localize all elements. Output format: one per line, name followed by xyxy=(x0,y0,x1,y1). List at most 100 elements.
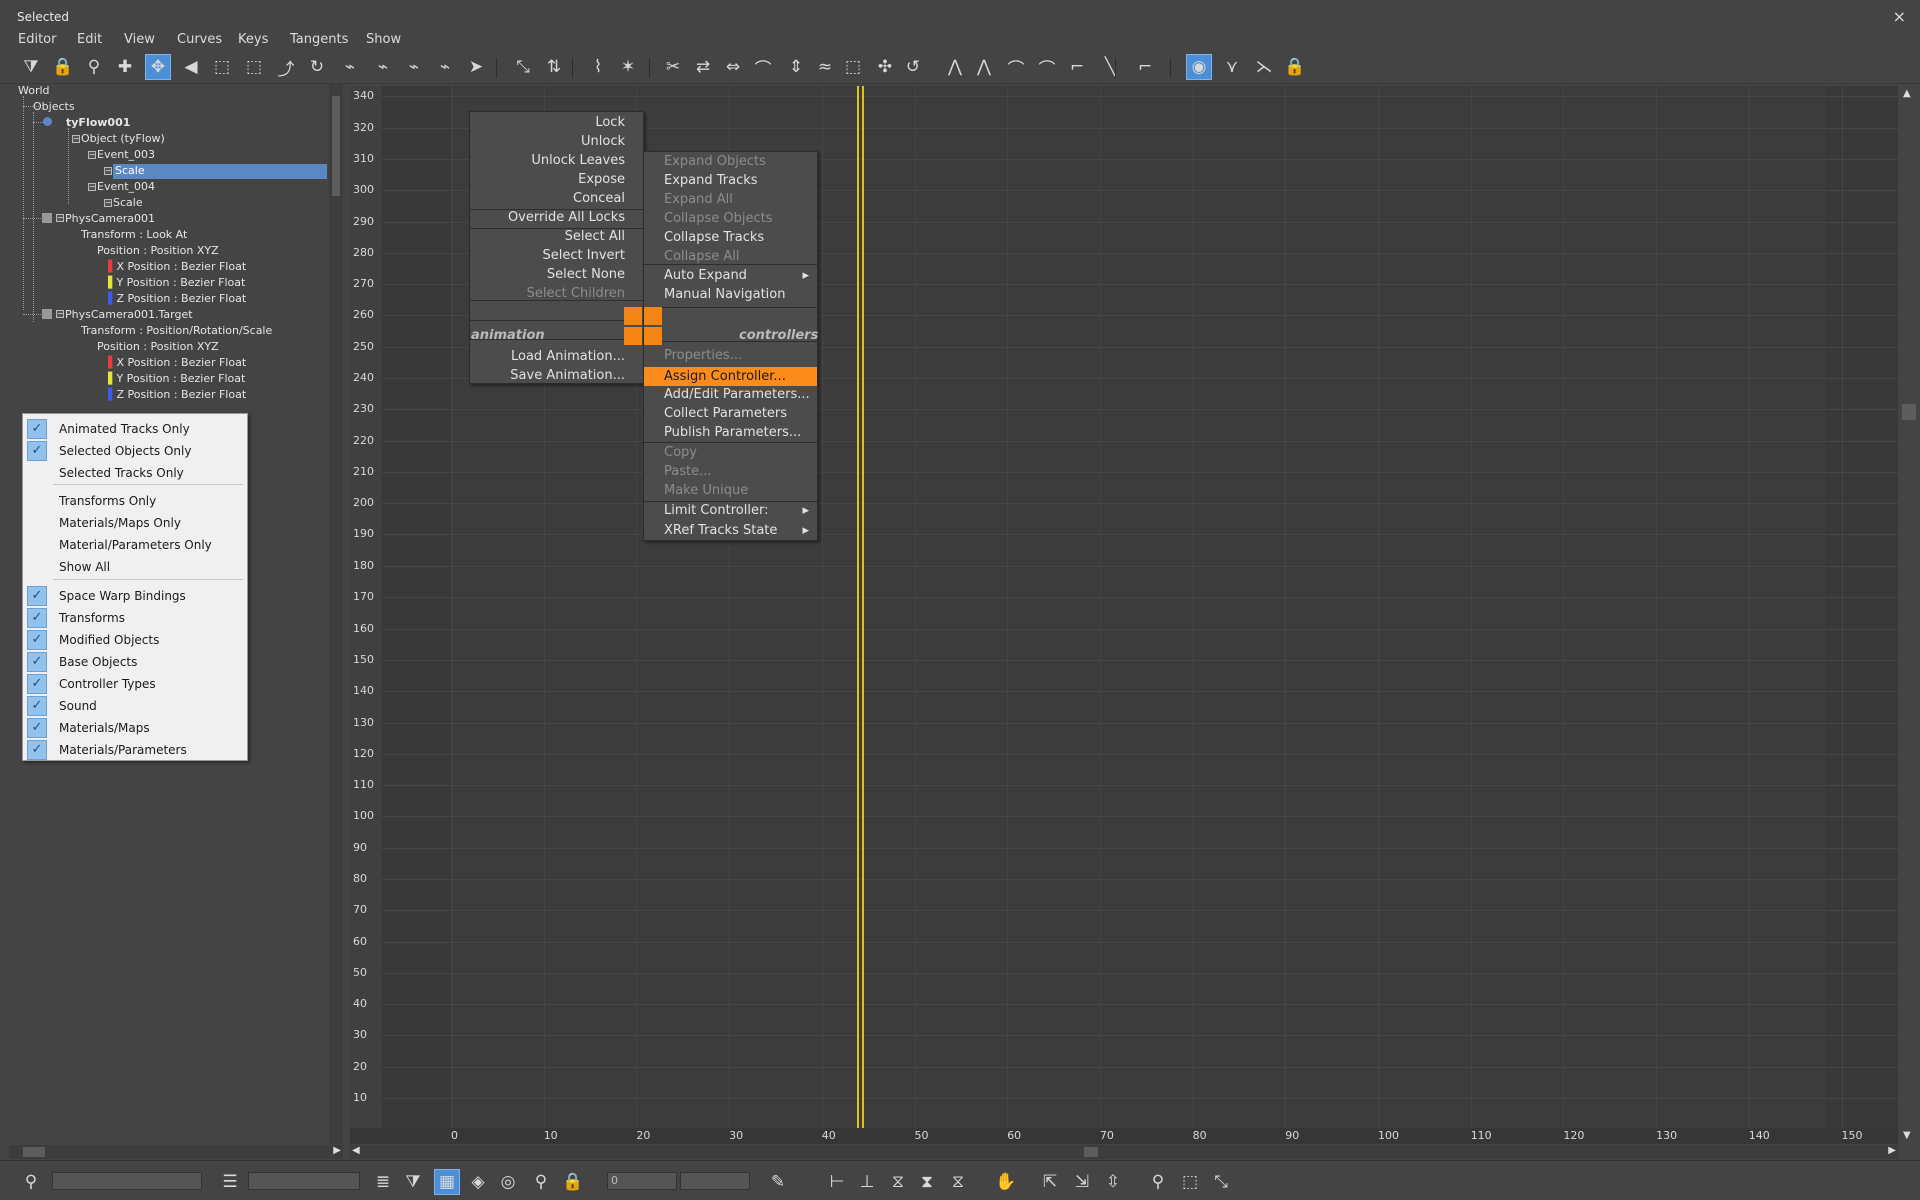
filter-menu-item[interactable]: Selected Tracks Only xyxy=(23,462,247,484)
scroll-up-icon[interactable]: ▲ xyxy=(1903,88,1911,99)
filter-menu-item[interactable]: Show All xyxy=(23,556,247,578)
quad-menu-item[interactable]: XRef Tracks State xyxy=(664,523,777,538)
scroll-right-icon[interactable]: ▶ xyxy=(1888,1145,1896,1156)
quad-menu-item[interactable]: Select None xyxy=(547,267,625,282)
scrollbar-thumb[interactable] xyxy=(332,96,340,196)
quad-menu-item[interactable]: Unlock xyxy=(581,134,625,149)
quad-handle-icon[interactable] xyxy=(624,307,642,325)
filter-menu-item[interactable]: ✓ Base Objects xyxy=(23,651,247,673)
menu-tangents[interactable]: Tangents xyxy=(290,32,348,47)
menu-editor[interactable]: Editor xyxy=(18,32,56,47)
quad-menu-item[interactable]: Manual Navigation xyxy=(664,287,786,302)
value-field[interactable] xyxy=(680,1172,750,1190)
filter-menu-item[interactable]: ✓ Controller Types xyxy=(23,673,247,695)
zoom-region2-icon[interactable]: ⬚ xyxy=(1177,1169,1203,1195)
add-key-icon[interactable]: ✚ xyxy=(112,54,138,80)
collapse-icon[interactable]: − xyxy=(88,183,96,191)
menu-edit[interactable]: Edit xyxy=(77,32,102,47)
zoom-region-icon[interactable]: ⚲ xyxy=(18,1169,44,1195)
scrollbar-thumb[interactable] xyxy=(1084,1147,1098,1157)
quad-menu-item[interactable]: Save Animation... xyxy=(510,368,625,383)
menu-view[interactable]: View xyxy=(124,32,155,47)
tree-objects[interactable]: Objects xyxy=(33,100,75,113)
quad-menu-item[interactable]: Expand Objects xyxy=(664,154,766,169)
unify-tangents-icon[interactable]: ✂ xyxy=(660,54,686,80)
tree-target-x[interactable]: ▌X Position : Bezier Float xyxy=(108,356,246,369)
scrollbar-thumb[interactable] xyxy=(23,1147,45,1157)
spline-tangent-icon[interactable]: ⋀ xyxy=(971,54,997,80)
tree-cam-transform[interactable]: Transform : Look At xyxy=(81,228,187,241)
frame-vertical-icon[interactable]: ⧖ xyxy=(945,1169,971,1195)
move-keys-icon[interactable]: ✥ xyxy=(145,54,171,80)
quad-menu-item[interactable]: Paste... xyxy=(664,464,712,479)
curve-out-icon[interactable]: ⌁ xyxy=(370,54,396,80)
curve-arrow-icon[interactable]: ⌁ xyxy=(432,54,458,80)
graph-horizontal-scrollbar[interactable]: ◀ ▶ xyxy=(350,1145,1898,1159)
keys-icon[interactable]: ⌒ xyxy=(750,54,776,80)
quad-handle-icon[interactable] xyxy=(644,327,662,345)
menu-show[interactable]: Show xyxy=(366,32,401,47)
linear-tangent-icon[interactable]: ╲ xyxy=(1097,54,1123,80)
filter-menu-item[interactable]: ✓ Materials/Parameters xyxy=(23,739,247,761)
frame-values-extents-icon[interactable]: ⧗ xyxy=(914,1169,940,1195)
track-name-field[interactable] xyxy=(52,1172,202,1190)
collapse-icon[interactable]: − xyxy=(88,151,96,159)
tree-object-tyflow[interactable]: Object (tyFlow) xyxy=(81,132,165,145)
quad-menu-item[interactable]: Collapse Tracks xyxy=(664,230,764,245)
quad-menu-item[interactable]: Select Invert xyxy=(543,248,625,263)
quad-menu-item[interactable]: Limit Controller: xyxy=(664,503,768,518)
quad-menu-item[interactable]: Make Unique xyxy=(664,483,748,498)
tree-tyflow[interactable]: tyFlow001 xyxy=(66,116,130,129)
quad-menu-item[interactable]: Collect Parameters xyxy=(664,406,787,421)
tree-scale-selected[interactable]: Scale xyxy=(113,164,327,179)
quad-menu-item[interactable]: Add/Edit Parameters... xyxy=(664,387,810,402)
graph-vertical-scrollbar[interactable]: ▲ ▼ xyxy=(1898,86,1920,1146)
track-filter-dropdown[interactable] xyxy=(248,1172,360,1190)
tree-target[interactable]: PhysCamera001.Target xyxy=(65,308,193,321)
quad-menu-item[interactable]: Unlock Leaves xyxy=(531,153,625,168)
frame-field[interactable]: 0 xyxy=(607,1172,677,1190)
pan-icon[interactable]: ✋ xyxy=(993,1169,1019,1195)
smooth-icon[interactable]: ⇕ xyxy=(783,54,809,80)
zoom-time-icon[interactable]: ⇳ xyxy=(1100,1169,1126,1195)
collapse-icon[interactable]: − xyxy=(56,310,64,318)
tree-horizontal-scrollbar[interactable]: ▶ xyxy=(9,1145,343,1159)
smooth-tangent-icon[interactable]: ⌐ xyxy=(1132,54,1158,80)
step-tangent-icon[interactable]: ⌐ xyxy=(1064,54,1090,80)
loop-icon[interactable]: ↺ xyxy=(900,54,926,80)
tree-target-y[interactable]: ▌Y Position : Bezier Float xyxy=(108,372,245,385)
tree-vertical-scrollbar[interactable] xyxy=(329,84,343,1144)
param-curve-icon[interactable]: ⌁ xyxy=(337,54,363,80)
filter-menu-item[interactable]: Materials/Maps Only xyxy=(23,512,247,534)
tree-target-z[interactable]: ▌Z Position : Bezier Float xyxy=(108,388,246,401)
zoom-values-icon[interactable]: ⇲ xyxy=(1069,1169,1095,1195)
scroll-down-icon[interactable]: ▼ xyxy=(1903,1130,1911,1141)
collapse-icon[interactable]: − xyxy=(104,167,112,175)
menu-curves[interactable]: Curves xyxy=(177,32,222,47)
quad-handle-icon[interactable] xyxy=(644,307,662,325)
time-slider-line[interactable] xyxy=(856,86,859,1130)
snap-time-icon[interactable]: ✣ xyxy=(872,54,898,80)
scroll-right-icon[interactable]: ▶ xyxy=(333,1145,341,1156)
quad-menu-item[interactable]: Select Children xyxy=(527,286,625,301)
frame-value-icon[interactable]: ⊥ xyxy=(854,1169,880,1195)
key-search-icon[interactable]: ⚲ xyxy=(528,1169,554,1195)
zoom-horizontal-icon[interactable]: ⇱ xyxy=(1037,1169,1063,1195)
trajectory-icon[interactable]: ⬚ xyxy=(840,54,866,80)
tree-cam-y[interactable]: ▌Y Position : Bezier Float xyxy=(108,276,245,289)
slide-keys-icon[interactable]: ◀ xyxy=(178,54,204,80)
move-keys-vertical-icon[interactable]: ⇅ xyxy=(541,54,567,80)
reduce-keys-icon[interactable]: ⤡ xyxy=(510,54,536,80)
collapse-icon[interactable]: − xyxy=(56,214,64,222)
auto-tangent-icon[interactable]: ⋀ xyxy=(942,54,968,80)
fast-tangent-icon[interactable]: ⌒ xyxy=(1003,54,1029,80)
filter-menu-item[interactable]: ✓ Modified Objects xyxy=(23,629,247,651)
filter-menu-item[interactable]: ✓ Materials/Maps xyxy=(23,717,247,739)
time-slider-line[interactable] xyxy=(861,86,864,1130)
filter-menu-item[interactable]: ✓ Animated Tracks Only xyxy=(23,418,247,440)
collapse-icon[interactable]: − xyxy=(72,135,80,143)
scale-values-icon[interactable]: ⬚ xyxy=(241,54,267,80)
filter-list-icon[interactable]: ☰ xyxy=(217,1169,243,1195)
quad-menu-item[interactable]: Override All Locks xyxy=(508,210,625,225)
filter-menu-item[interactable]: ✓ Selected Objects Only xyxy=(23,440,247,462)
